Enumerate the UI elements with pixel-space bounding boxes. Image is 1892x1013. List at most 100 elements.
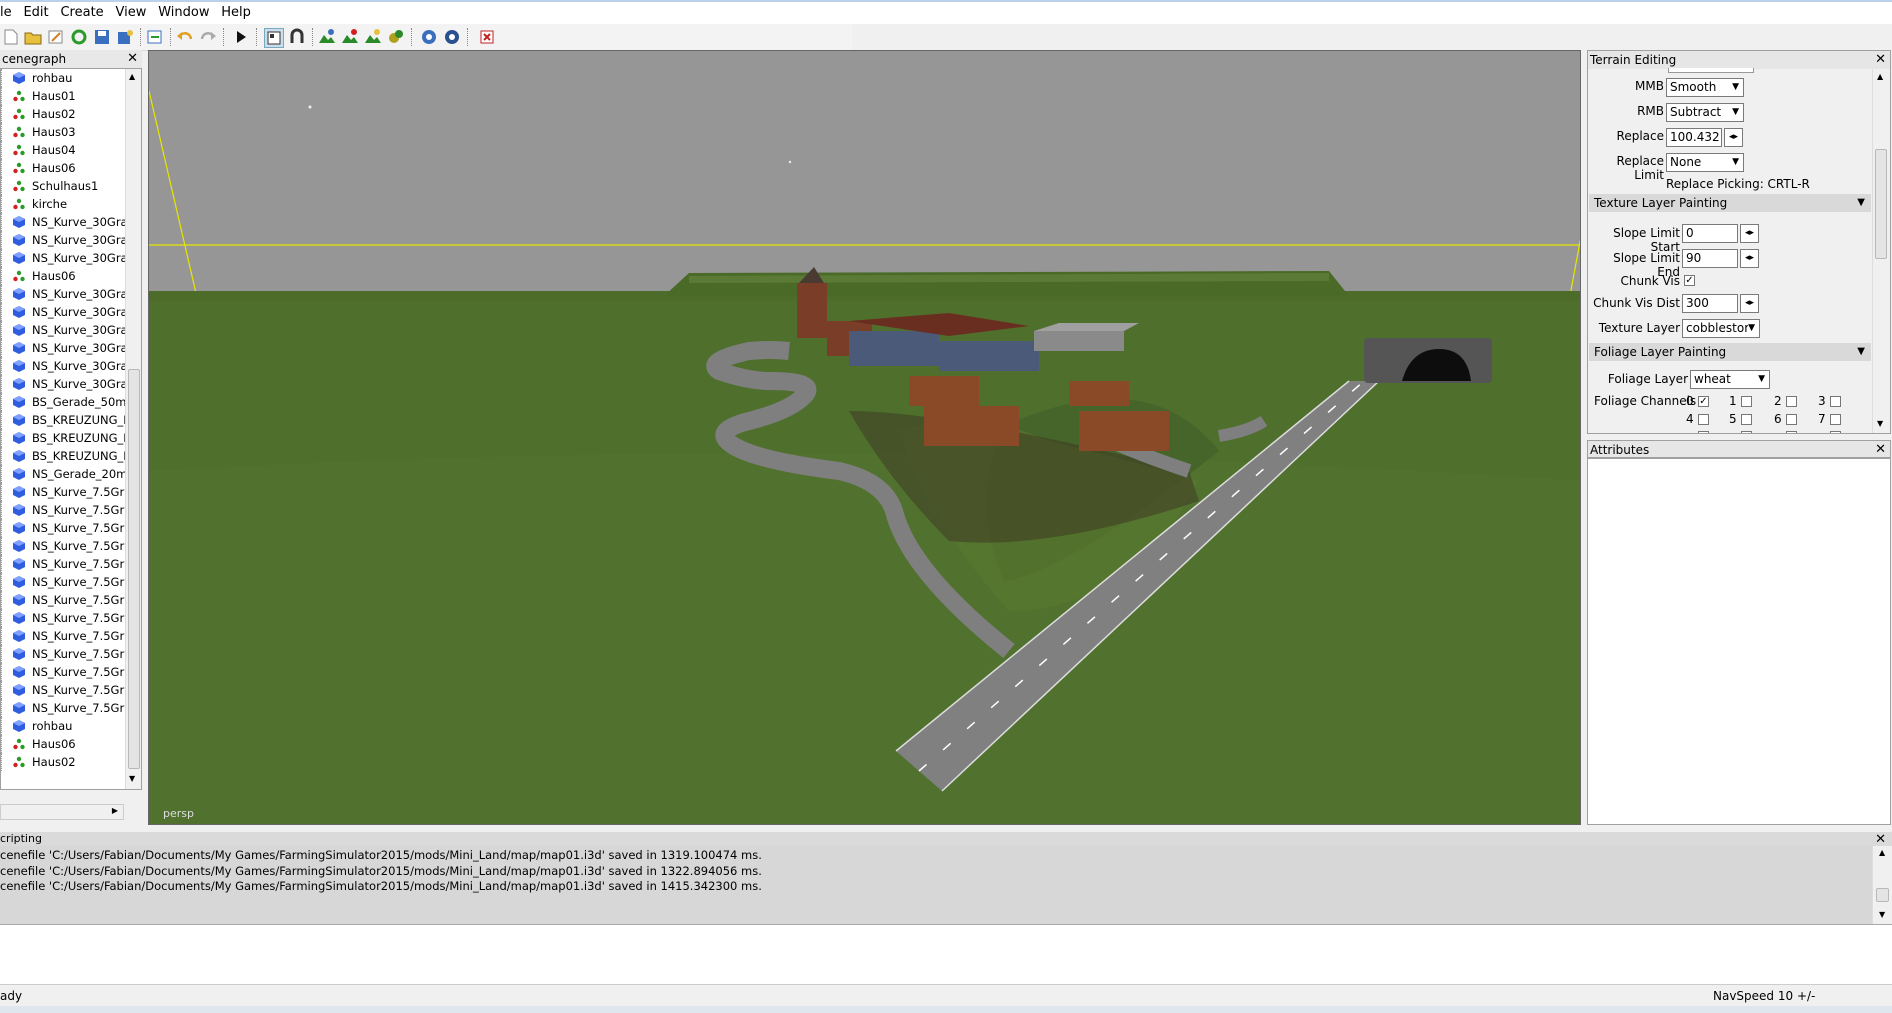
foliage-channel-checkbox[interactable]	[1786, 396, 1797, 407]
close-icon[interactable]: ✕	[1875, 441, 1886, 459]
foliage-channel-checkbox[interactable]	[1698, 431, 1709, 433]
rotate-view-icon[interactable]	[420, 28, 438, 46]
export-icon[interactable]	[116, 28, 134, 46]
scenegraph-item[interactable]: NS_Kurve_7.5Grad	[1, 501, 141, 519]
chunk-vis-dist-spinner[interactable]: ◂▸	[1740, 294, 1759, 313]
close-icon[interactable]: ✕	[1875, 832, 1886, 847]
scenegraph-item[interactable]: Haus06	[1, 735, 141, 753]
scenegraph-item[interactable]: NS_Kurve_7.5Grad	[1, 645, 141, 663]
scenegraph-item[interactable]: rohbau	[1, 717, 141, 735]
scenegraph-item[interactable]: NS_Kurve_7.5Grad	[1, 483, 141, 501]
play-icon[interactable]	[232, 28, 250, 46]
scenegraph-item[interactable]: NS_Kurve_30Grad	[1, 375, 141, 393]
chunk-vis-dist-input[interactable]: 300	[1682, 294, 1738, 313]
foliage-channel-checkbox[interactable]	[1741, 396, 1752, 407]
scenegraph-item[interactable]: NS_Kurve_7.5Grad	[1, 699, 141, 717]
rmb-select[interactable]: Subtract ▼	[1666, 103, 1744, 122]
menu-window[interactable]: Window	[154, 2, 213, 20]
texture-layer-select[interactable]: cobblestor ▼	[1682, 319, 1760, 338]
scenegraph-item[interactable]: Haus06	[1, 267, 141, 285]
undo-icon[interactable]	[176, 28, 194, 46]
scenegraph-item[interactable]: Haus02	[1, 105, 141, 123]
magnet-icon[interactable]	[288, 28, 306, 46]
terrain-scroll-thumb[interactable]	[1875, 149, 1887, 259]
replace-limit-select[interactable]: None ▼	[1666, 153, 1744, 172]
scenegraph-item[interactable]: NS_Kurve_7.5Grad	[1, 555, 141, 573]
terrain-tool-1-icon[interactable]	[318, 28, 336, 46]
scenegraph-item[interactable]: NS_Kurve_30Grad	[1, 213, 141, 231]
terrain-vscrollbar[interactable]: ▲ ▼	[1872, 69, 1889, 433]
scenegraph-item[interactable]: NS_Kurve_7.5Grad	[1, 609, 141, 627]
delete-icon[interactable]	[478, 28, 496, 46]
close-icon[interactable]: ✕	[127, 50, 138, 68]
menu-create[interactable]: Create	[56, 2, 107, 20]
scenegraph-item[interactable]: rohbau	[1, 69, 141, 87]
foliage-channel-checkbox[interactable]	[1830, 431, 1841, 433]
scenegraph-item[interactable]: NS_Kurve_7.5Grad	[1, 681, 141, 699]
open-folder-icon[interactable]	[24, 28, 42, 46]
scenegraph-item[interactable]: BS_KREUZUNG_M	[1, 429, 141, 447]
foliage-tool-icon[interactable]	[387, 28, 405, 46]
scenegraph-item[interactable]: NS_Kurve_7.5Grad	[1, 663, 141, 681]
foliage-layer-select[interactable]: wheat ▼	[1690, 370, 1770, 389]
scenegraph-item[interactable]: Haus01	[1, 87, 141, 105]
edit-icon[interactable]	[47, 28, 65, 46]
foliage-layer-section-header[interactable]: Foliage Layer Painting ▼	[1589, 343, 1871, 361]
scenegraph-item[interactable]: Haus02	[1, 753, 141, 771]
menu-edit[interactable]: Edit	[19, 2, 52, 20]
foliage-channel-checkbox[interactable]: ✓	[1698, 396, 1709, 407]
script-input[interactable]	[0, 924, 1892, 984]
slope-start-spinner[interactable]: ◂▸	[1740, 224, 1759, 243]
foliage-channel-checkbox[interactable]	[1698, 414, 1709, 425]
foliage-channel-checkbox[interactable]	[1830, 414, 1841, 425]
scenegraph-item[interactable]: NS_Kurve_30Grad	[1, 357, 141, 375]
refresh-icon[interactable]	[70, 28, 88, 46]
menu-view[interactable]: View	[112, 2, 151, 20]
scenegraph-vscrollbar[interactable]: ▲ ▼	[125, 69, 141, 789]
slope-limit-start-input[interactable]: 0	[1682, 224, 1738, 243]
foliage-channel-checkbox[interactable]	[1741, 414, 1752, 425]
menu-help[interactable]: Help	[217, 2, 255, 20]
scenegraph-item[interactable]: Haus04	[1, 141, 141, 159]
chunk-vis-checkbox[interactable]: ✓	[1684, 275, 1695, 286]
terrain-tool-3-icon[interactable]	[364, 28, 382, 46]
scenegraph-item[interactable]: NS_Gerade_20m	[1, 465, 141, 483]
scenegraph-item[interactable]: NS_Kurve_30Grad	[1, 231, 141, 249]
terrain-tool-2-icon[interactable]	[341, 28, 359, 46]
foliage-channel-checkbox[interactable]	[1741, 431, 1752, 433]
settings-gear-icon[interactable]	[443, 28, 461, 46]
slope-end-spinner[interactable]: ◂▸	[1740, 249, 1759, 268]
scenegraph-item[interactable]: kirche	[1, 195, 141, 213]
scenegraph-item[interactable]: NS_Kurve_30Grad	[1, 339, 141, 357]
scenegraph-hscrollbar[interactable]: ▶	[0, 804, 124, 820]
scenegraph-item[interactable]: NS_Kurve_7.5Grad	[1, 627, 141, 645]
scenegraph-item[interactable]: NS_Kurve_30Grad	[1, 321, 141, 339]
scenegraph-item[interactable]: Haus06	[1, 159, 141, 177]
scenegraph-item[interactable]: Haus03	[1, 123, 141, 141]
close-icon[interactable]: ✕	[1875, 51, 1886, 69]
scenegraph-item[interactable]: NS_Kurve_7.5Grad	[1, 537, 141, 555]
scenegraph-item[interactable]: NS_Kurve_30Grad	[1, 303, 141, 321]
mmb-select[interactable]: Smooth ▼	[1666, 78, 1744, 97]
foliage-channel-checkbox[interactable]	[1786, 414, 1797, 425]
log-scroll-thumb[interactable]	[1876, 888, 1889, 902]
select-mode-icon[interactable]	[264, 28, 284, 48]
scenegraph-item[interactable]: BS_KREUZUNG_M	[1, 411, 141, 429]
replace-input[interactable]: 100.432	[1666, 128, 1722, 147]
scenegraph-item[interactable]: NS_Kurve_7.5Grad	[1, 519, 141, 537]
replace-spinner[interactable]: ◂▸	[1724, 128, 1743, 147]
scenegraph-item[interactable]: Schulhaus1	[1, 177, 141, 195]
slope-limit-end-input[interactable]: 90	[1682, 249, 1738, 268]
scenegraph-item[interactable]: NS_Kurve_7.5Grad	[1, 591, 141, 609]
new-file-icon[interactable]	[2, 28, 20, 46]
scenegraph-item[interactable]: BS_Gerade_50m	[1, 393, 141, 411]
scenegraph-item[interactable]: NS_Kurve_30Grad	[1, 285, 141, 303]
3d-viewport[interactable]: persp	[148, 50, 1581, 825]
log-vscrollbar[interactable]: ▲ ▼	[1872, 846, 1892, 924]
scenegraph-item[interactable]: BS_KREUZUNG_M	[1, 447, 141, 465]
scenegraph-item[interactable]: NS_Kurve_30Grad	[1, 249, 141, 267]
foliage-channel-checkbox[interactable]	[1830, 396, 1841, 407]
menu-file[interactable]: le	[0, 2, 16, 20]
scenegraph-scroll-thumb[interactable]	[128, 369, 140, 769]
import-icon[interactable]	[146, 28, 164, 46]
